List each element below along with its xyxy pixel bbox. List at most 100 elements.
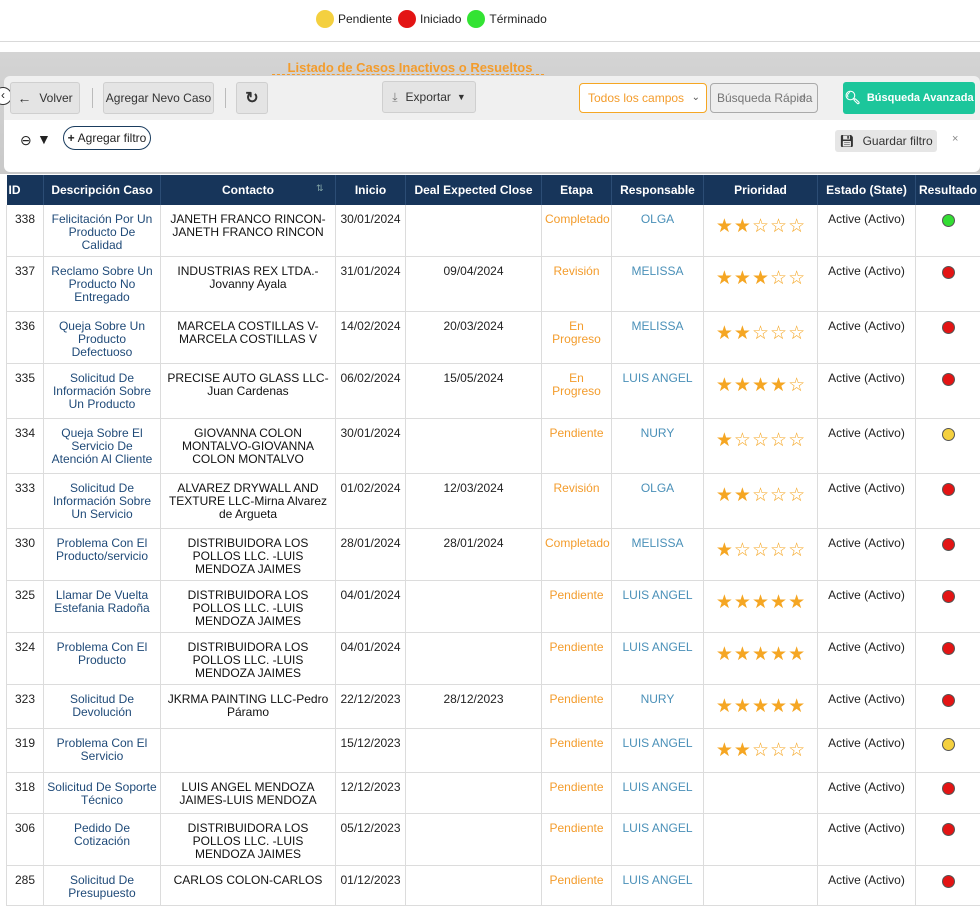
refresh-button[interactable]: ↻: [236, 82, 268, 114]
table-row[interactable]: 337Reclamo Sobre Un Producto No Entregad…: [7, 257, 980, 312]
case-contact[interactable]: CARLOS COLON-CARLOS: [161, 866, 336, 906]
case-priority: ★★☆☆☆: [704, 312, 818, 364]
case-description[interactable]: Solicitud De Información Sobre Un Produc…: [44, 364, 161, 419]
fields-select[interactable]: Todos los campos ⌄: [579, 83, 707, 113]
case-id: 319: [7, 729, 44, 773]
table-row[interactable]: 338Felicitación Por Un Producto De Calid…: [7, 205, 980, 257]
table-row[interactable]: 335Solicitud De Información Sobre Un Pro…: [7, 364, 980, 419]
star-empty-icon: ☆: [734, 431, 751, 450]
case-description[interactable]: Solicitud De Devolución: [44, 685, 161, 729]
case-contact[interactable]: ALVAREZ DRYWALL AND TEXTURE LLC-Mirna Al…: [161, 474, 336, 529]
column-header[interactable]: Prioridad: [704, 175, 818, 205]
table-row[interactable]: 319Problema Con El Servicio15/12/2023Pen…: [7, 729, 980, 773]
case-contact[interactable]: DISTRIBUIDORA LOS POLLOS LLC. -LUIS MEND…: [161, 529, 336, 581]
case-expected-close: [406, 633, 542, 685]
close-icon[interactable]: ×: [952, 133, 958, 145]
result-status-dot: [942, 428, 955, 441]
column-header[interactable]: Inicio: [336, 175, 406, 205]
case-contact[interactable]: DISTRIBUIDORA LOS POLLOS LLC. -LUIS MEND…: [161, 814, 336, 866]
case-description[interactable]: Problema Con El Producto: [44, 633, 161, 685]
case-expected-close: [406, 866, 542, 906]
case-contact[interactable]: JKRMA PAINTING LLC-Pedro Páramo: [161, 685, 336, 729]
case-description[interactable]: Solicitud De Presupuesto: [44, 866, 161, 906]
case-stage: En Progreso: [542, 312, 612, 364]
case-owner: LUIS ANGEL: [612, 814, 704, 866]
add-filter-button[interactable]: + Agregar filtro: [63, 126, 151, 150]
case-contact[interactable]: INDUSTRIAS REX LTDA.-Jovanny Ayala: [161, 257, 336, 312]
case-state: Active (Activo): [818, 581, 916, 633]
priority-stars: ★★☆☆☆: [707, 320, 814, 343]
case-owner: OLGA: [612, 205, 704, 257]
star-filled-icon: ★: [716, 645, 733, 664]
back-button[interactable]: ← Volver: [10, 82, 80, 114]
case-contact[interactable]: [161, 729, 336, 773]
save-filter-button[interactable]: 💾︎ Guardar filtro: [835, 130, 937, 152]
case-description[interactable]: Problema Con El Producto/servicio: [44, 529, 161, 581]
table-row[interactable]: 324Problema Con El ProductoDISTRIBUIDORA…: [7, 633, 980, 685]
priority-stars: ★★☆☆☆: [707, 482, 814, 505]
column-header[interactable]: Responsable: [612, 175, 704, 205]
collapse-filter-icon[interactable]: ⊖: [20, 132, 32, 149]
result-status-dot: [942, 483, 955, 496]
toolbar-divider: [225, 88, 226, 108]
case-start-date: 12/12/2023: [336, 773, 406, 814]
case-contact[interactable]: JANETH FRANCO RINCON-JANETH FRANCO RINCO…: [161, 205, 336, 257]
star-empty-icon: ☆: [788, 431, 805, 450]
case-description[interactable]: Solicitud De Información Sobre Un Servic…: [44, 474, 161, 529]
star-filled-icon: ★: [734, 376, 751, 395]
case-stage: Pendiente: [542, 419, 612, 474]
case-contact[interactable]: MARCELA COSTILLAS V-MARCELA COSTILLAS V: [161, 312, 336, 364]
case-start-date: 14/02/2024: [336, 312, 406, 364]
star-filled-icon: ★: [716, 324, 733, 343]
table-row[interactable]: 330Problema Con El Producto/servicioDIST…: [7, 529, 980, 581]
table-row[interactable]: 318Solicitud De Soporte TécnicoLUIS ANGE…: [7, 773, 980, 814]
case-description[interactable]: Solicitud De Soporte Técnico: [44, 773, 161, 814]
case-priority: [704, 866, 818, 906]
case-result: [916, 729, 980, 773]
add-case-button[interactable]: Agregar Nevo Caso: [103, 82, 214, 114]
column-header[interactable]: Etapa: [542, 175, 612, 205]
case-contact[interactable]: PRECISE AUTO GLASS LLC-Juan Cardenas: [161, 364, 336, 419]
column-header[interactable]: ID: [7, 175, 44, 205]
case-contact[interactable]: GIOVANNA COLON MONTALVO-GIOVANNA COLON M…: [161, 419, 336, 474]
table-row[interactable]: 334Queja Sobre El Servicio De Atención A…: [7, 419, 980, 474]
case-expected-close: 20/03/2024: [406, 312, 542, 364]
case-start-date: 04/01/2024: [336, 581, 406, 633]
star-filled-icon: ★: [788, 593, 805, 612]
column-header[interactable]: Resultado: [916, 175, 980, 205]
table-row[interactable]: 285Solicitud De PresupuestoCARLOS COLON-…: [7, 866, 980, 906]
case-description[interactable]: Queja Sobre Un Producto Defectuoso: [44, 312, 161, 364]
column-header[interactable]: Contacto: [161, 175, 336, 205]
star-empty-icon: ☆: [770, 741, 787, 760]
table-row[interactable]: 323Solicitud De DevoluciónJKRMA PAINTING…: [7, 685, 980, 729]
table-row[interactable]: 325Llamar De Vuelta Estefania RadoñaDIST…: [7, 581, 980, 633]
case-description[interactable]: Llamar De Vuelta Estefania Radoña: [44, 581, 161, 633]
case-state: Active (Activo): [818, 685, 916, 729]
case-contact[interactable]: DISTRIBUIDORA LOS POLLOS LLC. -LUIS MEND…: [161, 633, 336, 685]
case-description[interactable]: Reclamo Sobre Un Producto No Entregado: [44, 257, 161, 312]
back-button-label: Volver: [39, 91, 72, 105]
case-id: 333: [7, 474, 44, 529]
column-header[interactable]: Deal Expected Close: [406, 175, 542, 205]
star-empty-icon: ☆: [752, 217, 769, 236]
advanced-search-button[interactable]: 🔍︎ Búsqueda Avanzada: [843, 82, 975, 114]
case-stage: Pendiente: [542, 581, 612, 633]
case-priority: ★★★☆☆: [704, 257, 818, 312]
table-row[interactable]: 333Solicitud De Información Sobre Un Ser…: [7, 474, 980, 529]
case-description[interactable]: Queja Sobre El Servicio De Atención Al C…: [44, 419, 161, 474]
table-row[interactable]: 336Queja Sobre Un Producto DefectuosoMAR…: [7, 312, 980, 364]
case-result: [916, 685, 980, 729]
case-contact[interactable]: LUIS ANGEL MENDOZA JAIMES-LUIS MENDOZA: [161, 773, 336, 814]
case-description[interactable]: Pedido De Cotización: [44, 814, 161, 866]
case-contact[interactable]: DISTRIBUIDORA LOS POLLOS LLC. -LUIS MEND…: [161, 581, 336, 633]
case-result: [916, 814, 980, 866]
column-header[interactable]: Estado (State): [818, 175, 916, 205]
column-header[interactable]: Descripción Caso: [44, 175, 161, 205]
case-description[interactable]: Problema Con El Servicio: [44, 729, 161, 773]
case-description[interactable]: Felicitación Por Un Producto De Calidad: [44, 205, 161, 257]
star-filled-icon: ★: [734, 593, 751, 612]
table-row[interactable]: 306Pedido De CotizaciónDISTRIBUIDORA LOS…: [7, 814, 980, 866]
sort-icon[interactable]: ⇅: [316, 183, 324, 194]
export-button[interactable]: ⤓ Exportar ▼: [382, 81, 476, 113]
case-state: Active (Activo): [818, 312, 916, 364]
